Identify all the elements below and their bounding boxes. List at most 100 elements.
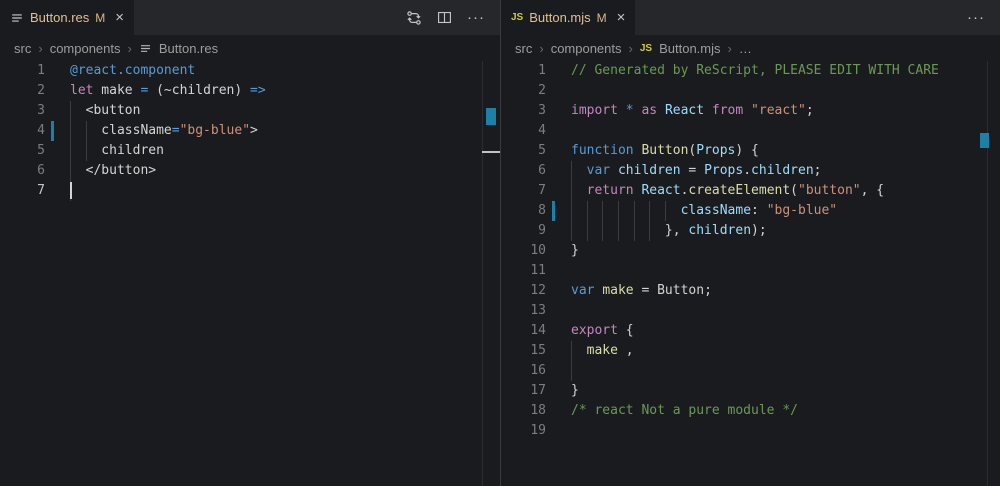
code-line[interactable]: 6 var children = Props.children; bbox=[501, 161, 1000, 181]
breadcrumb-folder[interactable]: components bbox=[50, 41, 121, 56]
code-editor-right[interactable]: 1 // Generated by ReScript, PLEASE EDIT W… bbox=[501, 61, 1000, 486]
code-text: make , bbox=[571, 341, 634, 361]
overview-ruler-border bbox=[987, 61, 988, 486]
code-line[interactable]: 11 bbox=[501, 261, 1000, 281]
chevron-right-icon: › bbox=[128, 41, 132, 56]
code-text: @react.component bbox=[70, 61, 195, 81]
editor-group-right: JS Button.mjs M × ··· src › components ›… bbox=[500, 0, 1000, 486]
chevron-right-icon: › bbox=[38, 41, 42, 56]
overview-modified-marker bbox=[980, 133, 989, 148]
code-line[interactable]: 19 bbox=[501, 421, 1000, 441]
tab-label: Button.res bbox=[30, 10, 89, 25]
code-line[interactable]: 17} bbox=[501, 381, 1000, 401]
code-line[interactable]: 13 bbox=[501, 301, 1000, 321]
line-number[interactable]: 9 bbox=[501, 221, 546, 241]
code-line[interactable]: 16 bbox=[501, 361, 1000, 381]
text-cursor bbox=[70, 182, 72, 199]
close-icon[interactable]: × bbox=[115, 10, 124, 25]
code-line[interactable]: 15 make , bbox=[501, 341, 1000, 361]
line-number[interactable]: 4 bbox=[501, 121, 546, 141]
line-number[interactable]: 3 bbox=[0, 101, 45, 121]
breadcrumb-folder[interactable]: components bbox=[551, 41, 622, 56]
breadcrumb-file[interactable]: Button.mjs bbox=[659, 41, 720, 56]
code-text: function Button(Props) { bbox=[571, 141, 759, 161]
code-text: <button bbox=[70, 101, 140, 121]
breadcrumb-folder[interactable]: src bbox=[14, 41, 31, 56]
line-number[interactable]: 3 bbox=[501, 101, 546, 121]
code-line[interactable]: 7 return React.createElement("button", { bbox=[501, 181, 1000, 201]
line-number[interactable]: 5 bbox=[501, 141, 546, 161]
line-number[interactable]: 1 bbox=[0, 61, 45, 81]
code-line[interactable]: 9 }, children); bbox=[501, 221, 1000, 241]
code-line[interactable]: 14 export { bbox=[501, 321, 1000, 341]
close-icon[interactable]: × bbox=[617, 10, 626, 25]
line-number[interactable]: 17 bbox=[501, 381, 546, 401]
tab-button-res[interactable]: Button.res M × bbox=[0, 0, 134, 35]
line-number[interactable]: 13 bbox=[501, 301, 546, 321]
tab-bar-left: Button.res M × ··· bbox=[0, 0, 500, 35]
line-number[interactable]: 5 bbox=[0, 141, 45, 161]
code-text: export { bbox=[571, 321, 634, 341]
line-number[interactable]: 1 bbox=[501, 61, 546, 81]
code-line[interactable]: 4 className="bg-blue"> bbox=[0, 121, 500, 141]
code-line[interactable]: 5 children bbox=[0, 141, 500, 161]
code-line[interactable]: 1 // Generated by ReScript, PLEASE EDIT W… bbox=[501, 61, 1000, 81]
tab-button-mjs[interactable]: JS Button.mjs M × bbox=[501, 0, 635, 35]
code-text: children bbox=[70, 141, 164, 161]
breadcrumb-symbol[interactable]: … bbox=[739, 41, 752, 56]
git-modified-badge: M bbox=[597, 11, 607, 25]
split-editor-icon[interactable] bbox=[437, 10, 452, 25]
line-number[interactable]: 18 bbox=[501, 401, 546, 421]
code-line[interactable]: 6 </button> bbox=[0, 161, 500, 181]
editor-actions-left: ··· bbox=[406, 0, 500, 35]
line-number[interactable]: 16 bbox=[501, 361, 546, 381]
breadcrumb-folder[interactable]: src bbox=[515, 41, 532, 56]
line-number[interactable]: 12 bbox=[501, 281, 546, 301]
code-line[interactable]: 10} bbox=[501, 241, 1000, 261]
line-number[interactable]: 6 bbox=[0, 161, 45, 181]
code-line[interactable]: 8 className: "bg-blue" bbox=[501, 201, 1000, 221]
overview-ruler-border bbox=[482, 61, 483, 486]
line-number[interactable]: 7 bbox=[501, 181, 546, 201]
chevron-right-icon: › bbox=[629, 41, 633, 56]
editor-group-left: Button.res M × ··· src bbox=[0, 0, 500, 486]
code-line[interactable]: 18 /* react Not a pure module */ bbox=[501, 401, 1000, 421]
line-number[interactable]: 15 bbox=[501, 341, 546, 361]
open-changes-icon[interactable] bbox=[406, 10, 422, 26]
code-text: import * as React from "react"; bbox=[571, 101, 814, 121]
breadcrumb-file[interactable]: Button.res bbox=[159, 41, 218, 56]
overview-cursor-marker bbox=[482, 151, 500, 153]
code-text: // Generated by ReScript, PLEASE EDIT WI… bbox=[571, 61, 939, 81]
code-line[interactable]: 7 bbox=[0, 181, 500, 201]
code-line[interactable]: 2let make = (~children) => bbox=[0, 81, 500, 101]
code-line[interactable]: 1 @react.component bbox=[0, 61, 500, 81]
line-number[interactable]: 19 bbox=[501, 421, 546, 441]
code-text: </button> bbox=[70, 161, 156, 181]
more-actions-icon[interactable]: ··· bbox=[467, 10, 485, 25]
breadcrumbs-left: src › components › Button.res bbox=[0, 35, 500, 61]
code-editor-left[interactable]: 1 @react.component2let make = (~children)… bbox=[0, 61, 500, 486]
code-line[interactable]: 5 function Button(Props) { bbox=[501, 141, 1000, 161]
code-line[interactable]: 4 bbox=[501, 121, 1000, 141]
line-number[interactable]: 4 bbox=[0, 121, 45, 141]
line-number[interactable]: 14 bbox=[501, 321, 546, 341]
line-number[interactable]: 8 bbox=[501, 201, 546, 221]
line-number[interactable]: 10 bbox=[501, 241, 546, 261]
code-line[interactable]: 2 bbox=[501, 81, 1000, 101]
code-line[interactable]: 12var make = Button; bbox=[501, 281, 1000, 301]
chevron-right-icon: › bbox=[539, 41, 543, 56]
line-number[interactable]: 11 bbox=[501, 261, 546, 281]
indent-guide bbox=[571, 361, 572, 381]
code-text: return React.createElement("button", { bbox=[571, 181, 884, 201]
line-number[interactable]: 2 bbox=[0, 81, 45, 101]
more-actions-icon[interactable]: ··· bbox=[967, 10, 985, 25]
editor-actions-right: ··· bbox=[967, 0, 1000, 35]
code-line[interactable]: 3 <button bbox=[0, 101, 500, 121]
line-number[interactable]: 6 bbox=[501, 161, 546, 181]
code-text: /* react Not a pure module */ bbox=[571, 401, 798, 421]
tab-label: Button.mjs bbox=[529, 10, 590, 25]
gutter-modified-indicator bbox=[552, 201, 555, 221]
line-number[interactable]: 7 bbox=[0, 181, 45, 201]
line-number[interactable]: 2 bbox=[501, 81, 546, 101]
code-line[interactable]: 3 import * as React from "react"; bbox=[501, 101, 1000, 121]
